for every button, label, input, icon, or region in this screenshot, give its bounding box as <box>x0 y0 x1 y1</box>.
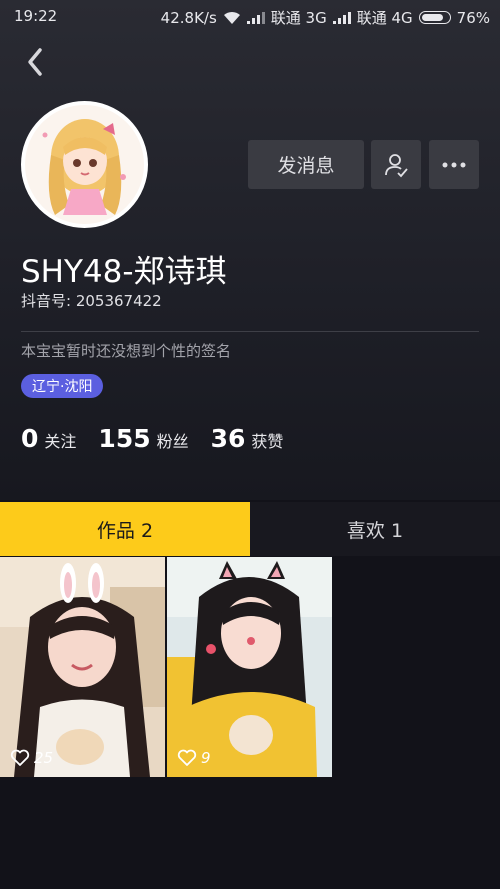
profile-name: SHY48-郑诗琪 <box>21 254 227 290</box>
stat-followers[interactable]: 155 粉丝 <box>98 424 188 453</box>
stat-number: 155 <box>98 424 151 453</box>
video-grid: 25 9 <box>0 557 500 777</box>
more-dots-icon <box>442 162 466 167</box>
wifi-icon <box>223 11 240 24</box>
more-options-button[interactable] <box>429 140 479 189</box>
like-count: 9 <box>177 749 211 767</box>
network-speed: 42.8K/s <box>160 8 217 27</box>
video-thumbnail[interactable]: 25 <box>0 557 165 777</box>
back-button[interactable] <box>22 46 50 78</box>
content-tabs: 作品 2 喜欢 1 <box>0 502 500 556</box>
battery-icon <box>418 11 451 24</box>
like-count: 25 <box>10 749 53 767</box>
divider <box>21 331 479 332</box>
signal-icon <box>246 11 265 24</box>
video-cover-image <box>167 557 332 777</box>
stat-label: 粉丝 <box>156 432 189 451</box>
stat-label: 获赞 <box>251 432 284 451</box>
like-count-value: 9 <box>201 749 211 767</box>
profile-stats: 0 关注 155 粉丝 36 获赞 <box>21 424 305 453</box>
stat-label: 关注 <box>44 432 77 451</box>
stat-number: 36 <box>210 424 246 453</box>
video-thumbnail[interactable]: 9 <box>167 557 332 777</box>
avatar-illustration <box>25 105 144 224</box>
battery-percent: 76% <box>456 8 490 27</box>
stat-number: 0 <box>21 424 39 453</box>
like-count-value: 25 <box>34 749 54 767</box>
status-right: 42.8K/s 联通 3G 联通 4G 76% <box>161 7 490 28</box>
send-message-label: 发消息 <box>277 155 335 177</box>
douyin-id: 抖音号: 205367422 <box>21 292 162 310</box>
user-check-icon <box>385 153 408 177</box>
heart-outline-icon <box>10 749 30 766</box>
profile-signature: 本宝宝暂时还没想到个性的签名 <box>21 342 232 360</box>
stat-following[interactable]: 0 关注 <box>21 424 76 453</box>
status-bar: 19:22 42.8K/s 联通 3G 联通 4G 76% <box>0 0 500 34</box>
send-message-button[interactable]: 发消息 <box>248 140 364 189</box>
carrier-3g: 联通 3G <box>270 9 327 27</box>
signal-icon <box>332 11 351 24</box>
chevron-left-icon <box>28 48 42 76</box>
status-time: 19:22 <box>14 7 58 25</box>
tab-works[interactable]: 作品 2 <box>0 502 250 556</box>
avatar[interactable] <box>21 101 148 228</box>
heart-outline-icon <box>177 749 197 766</box>
video-cover-image <box>0 557 165 777</box>
carrier-4g: 联通 4G <box>356 9 413 27</box>
tab-likes[interactable]: 喜欢 1 <box>250 502 500 556</box>
location-badge: 辽宁·沈阳 <box>21 374 104 398</box>
stat-likes[interactable]: 36 获赞 <box>211 424 284 453</box>
follow-user-button[interactable] <box>371 140 421 189</box>
